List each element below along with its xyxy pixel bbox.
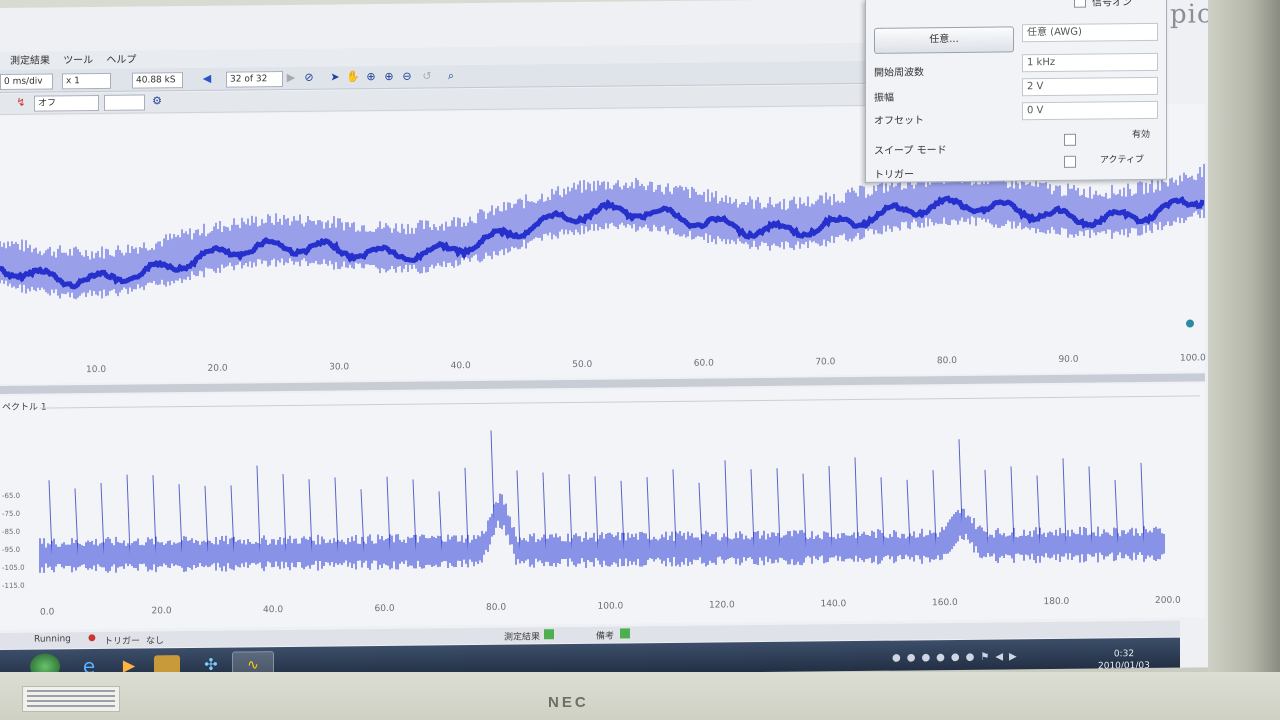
zoom-area-icon[interactable]: ⊕ (382, 70, 396, 84)
trigger-label: トリガー (874, 169, 914, 181)
forward-icon[interactable]: ▶ (284, 71, 298, 85)
run-status: Running (34, 634, 71, 645)
zoom-fit-icon[interactable]: ⌕ (444, 69, 458, 83)
spectrum-x-tick: 120.0 (709, 600, 735, 611)
scope-x-tick: 50.0 (572, 359, 593, 371)
spectrum-x-tick: 60.0 (374, 603, 395, 615)
scope-x-tick: 100.0 (1180, 353, 1206, 364)
trigger-mode-select[interactable]: オフ (34, 94, 99, 112)
offset-label: オフセット (874, 115, 924, 127)
monitor-bottom-bezel (0, 672, 1280, 720)
settings-icon[interactable]: ⊘ (302, 71, 316, 85)
spectrum-x-tick: 160.0 (932, 597, 958, 609)
spectrum-x-tick: 140.0 (820, 599, 847, 610)
auto-setup-icon[interactable]: ⚙ (150, 94, 164, 108)
scope-x-tick: 80.0 (936, 355, 957, 367)
trigger-marker[interactable] (1186, 319, 1194, 328)
menu-item-tools[interactable]: ツール (63, 55, 93, 66)
arbitrary-button[interactable]: 任意... (874, 26, 1014, 54)
clock-date: 2010/01/03 (1098, 660, 1150, 672)
zoom-multiplier[interactable]: x 1 (62, 72, 111, 90)
stop-icon[interactable]: ● (88, 633, 96, 643)
monitor-brand: NEC (548, 694, 589, 711)
spectrum-y-tick: -115.0 (2, 581, 25, 590)
hand-icon[interactable]: ✋ (346, 70, 360, 84)
trigger-checkbox[interactable] (1064, 155, 1076, 168)
scope-x-tick: 20.0 (207, 363, 228, 374)
menu-item-help[interactable]: ヘルプ (106, 55, 136, 66)
trigger-status-value: なし (146, 636, 165, 647)
spectrum-view: ペクトル 1 0.0 20.0 40.0 60.0 80.0 100.0 120.0 140.… (0, 383, 1205, 630)
spectrum-trace (39, 430, 1165, 573)
spectrum-y-tick: -105.0 (2, 563, 25, 572)
monitor: 測定結果 ツール ヘルプ 0 ms/div x 1 40.88 kS ◀ 32 … (0, 0, 1280, 720)
scope-x-tick: 70.0 (815, 357, 836, 368)
monitor-right-bezel (1208, 0, 1280, 720)
offset-field[interactable]: 0 V (1022, 100, 1158, 121)
rewind-icon[interactable]: ◀ (200, 72, 214, 86)
notes-tab[interactable]: 備考 (596, 629, 614, 642)
spectrum-x-tick: 20.0 (151, 606, 172, 617)
spectrum-y-tick: -85.0 (2, 527, 21, 536)
tray-icons[interactable]: ●●●●●●⚑◀▶ (892, 651, 1082, 665)
spectrum-x-tick: 100.0 (597, 601, 624, 612)
spectrum-y-tick: -65.0 (2, 491, 21, 500)
start-frequency-field[interactable]: 1 kHz (1022, 52, 1158, 73)
notes-icon[interactable] (620, 628, 630, 639)
sweep-mode-checkbox[interactable] (1064, 133, 1076, 146)
trigger-source-select[interactable] (104, 94, 145, 111)
trigger-icon: ↯ (16, 95, 26, 109)
start-frequency-label: 開始周波数 (874, 67, 924, 79)
spectrum-x-tick: 180.0 (1043, 596, 1070, 608)
scope-x-tick: 90.0 (1058, 354, 1079, 365)
signal-on-label: 信号オン (1092, 0, 1132, 9)
amplitude-label: 振幅 (874, 92, 894, 104)
sweep-mode-state: 有効 (1132, 129, 1151, 141)
screen: 測定結果 ツール ヘルプ 0 ms/div x 1 40.88 kS ◀ 32 … (0, 0, 1256, 680)
system-clock[interactable]: 0:32 2010/01/03 (1098, 648, 1150, 673)
capture-counter[interactable]: 32 of 32 (226, 71, 283, 88)
sweep-mode-label: スイープ モード (874, 145, 947, 157)
signal-on-checkbox[interactable] (1074, 0, 1086, 8)
clock-time: 0:32 (1113, 649, 1135, 660)
spectrum-y-tick: -75.0 (2, 509, 21, 518)
sample-count[interactable]: 40.88 kS (132, 72, 183, 89)
scope-x-tick: 60.0 (693, 358, 714, 369)
signal-generator-panel: 信号オン 任意... 任意 (AWG) 開始周波数 1 kHz 振幅 2 V オ… (865, 0, 1167, 183)
menu-item-results[interactable]: 測定結果 (10, 55, 50, 66)
zoom-out-icon[interactable]: ⊖ (400, 70, 414, 84)
energy-sticker (22, 686, 120, 712)
timebase-select[interactable]: 0 ms/div (0, 73, 53, 90)
amplitude-field[interactable]: 2 V (1022, 76, 1158, 97)
measurements-tab[interactable]: 測定結果 (504, 629, 540, 642)
pointer-icon[interactable]: ➤ (328, 70, 342, 84)
measurements-icon[interactable] (544, 629, 554, 640)
scope-x-tick: 30.0 (329, 362, 350, 373)
scope-x-tick: 10.0 (86, 364, 107, 376)
trigger-status-label: トリガー (104, 636, 141, 647)
scope-x-tick: 40.0 (450, 361, 471, 372)
zoom-in-icon[interactable]: ⊕ (364, 70, 378, 84)
spectrum-y-tick: -95.0 (2, 545, 21, 554)
spectrum-x-tick: 40.0 (263, 605, 284, 616)
undo-zoom-icon[interactable]: ↺ (420, 69, 434, 83)
trigger-state: アクティブ (1100, 155, 1145, 166)
spectrum-x-tick: 80.0 (486, 602, 507, 613)
spectrum-x-tick: 200.0 (1155, 595, 1181, 606)
wave-type-select[interactable]: 任意 (AWG) (1022, 22, 1158, 43)
spectrum-x-tick: 0.0 (40, 607, 55, 618)
